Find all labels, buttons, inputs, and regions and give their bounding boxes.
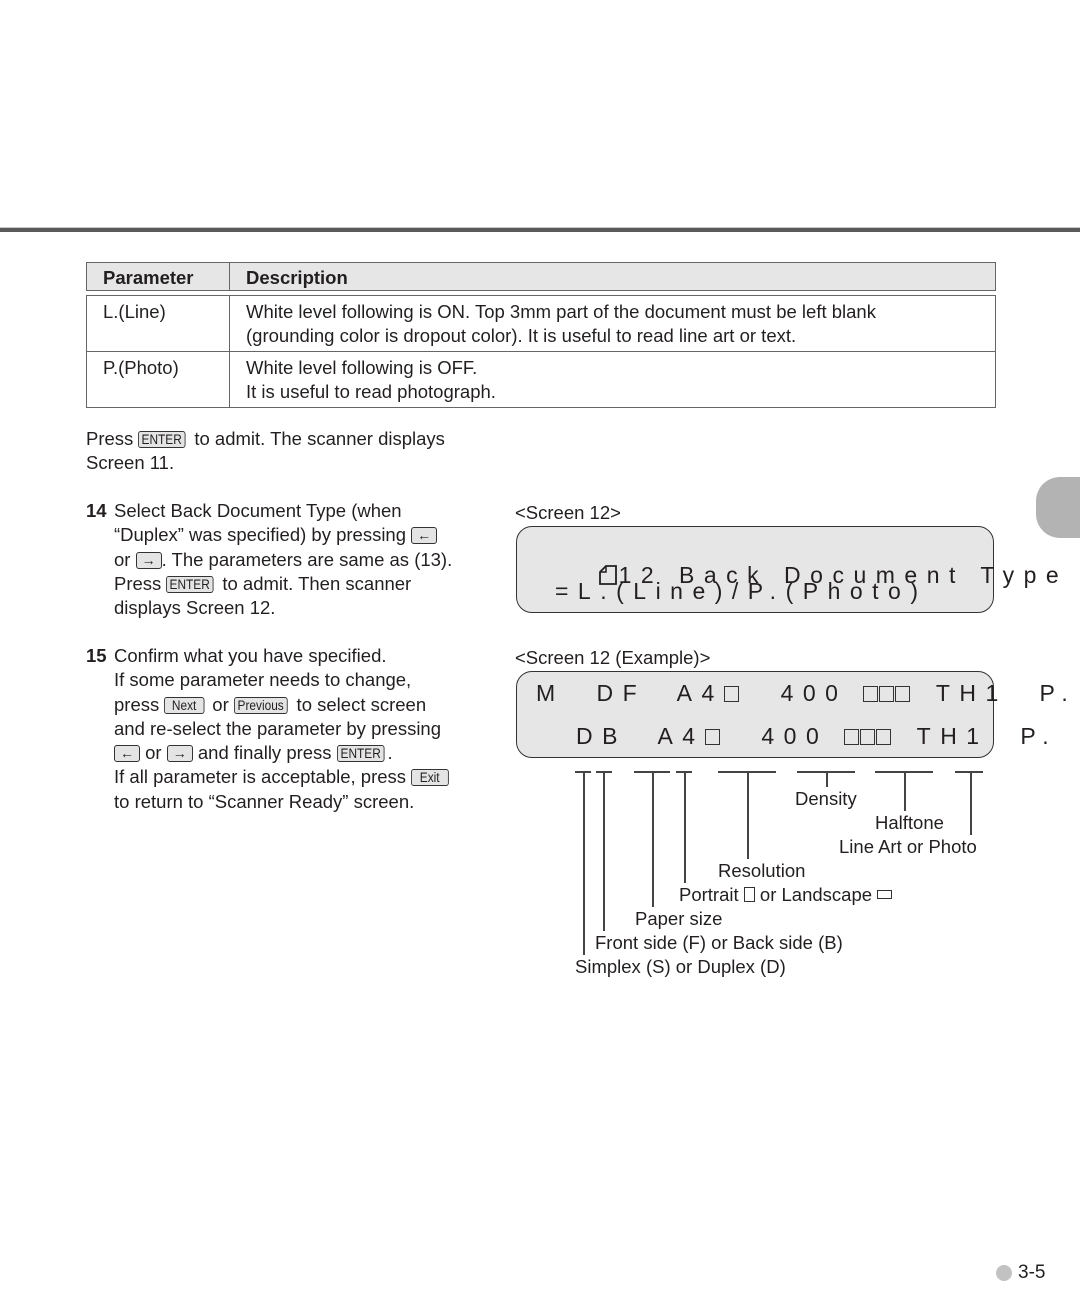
header-description: Description bbox=[246, 267, 348, 288]
portrait-icon bbox=[723, 680, 740, 707]
exit-key-icon: Exit bbox=[411, 769, 449, 787]
density-icon bbox=[863, 680, 911, 707]
chapter-tab bbox=[1036, 477, 1080, 538]
leader-orientation bbox=[684, 771, 686, 883]
lcd-halftone: TH1 bbox=[916, 723, 989, 749]
lcd-size: A4 bbox=[657, 723, 705, 749]
enter-key-icon: ENTER bbox=[166, 575, 214, 593]
leader-halftone bbox=[904, 771, 906, 811]
text: Press bbox=[114, 572, 167, 594]
leader-resolution bbox=[747, 771, 749, 859]
screen-12-label: <Screen 12> bbox=[515, 502, 621, 523]
text: press bbox=[114, 693, 165, 715]
description-line: White level following is ON. Top 3mm par… bbox=[246, 301, 876, 322]
text: If all parameter is acceptable, press bbox=[114, 766, 412, 788]
text: or Landscape bbox=[754, 884, 878, 905]
portrait-icon bbox=[743, 887, 755, 902]
text: displays Screen 12. bbox=[114, 597, 276, 619]
bracket-type bbox=[955, 771, 983, 773]
text: . The parameters are same as (13). bbox=[161, 548, 453, 570]
text: Portrait bbox=[679, 884, 744, 905]
table-row: L.(Line) White level following is ON. To… bbox=[87, 296, 995, 351]
label-side: Front side (F) or Back side (B) bbox=[595, 932, 843, 953]
lcd-side: DB bbox=[576, 723, 627, 749]
lcd-screen-12: 12 Back Document Type =L.(Line)/P.(Photo… bbox=[516, 526, 1059, 613]
label-paper-size: Paper size bbox=[635, 908, 723, 929]
left-arrow-key-icon: ← bbox=[114, 745, 140, 763]
leader-mode bbox=[583, 771, 585, 955]
page-marker-icon bbox=[996, 1265, 1012, 1281]
text: . bbox=[387, 742, 393, 764]
text: to return to “Scanner Ready” screen. bbox=[114, 790, 415, 812]
description-line: White level following is OFF. bbox=[246, 357, 478, 378]
label-density: Density bbox=[795, 788, 857, 809]
text: Confirm what you have specified. bbox=[114, 645, 387, 666]
screen-12-example-label: <Screen 12 (Example)> bbox=[515, 647, 711, 668]
cell-description: White level following is ON. Top 3mm par… bbox=[230, 296, 876, 351]
leader-size bbox=[652, 771, 654, 907]
text: to admit. The scanner displays bbox=[189, 428, 445, 449]
previous-key-icon: Previous bbox=[233, 696, 288, 714]
label-halftone: Halftone bbox=[875, 812, 944, 833]
text: and re-select the parameter by pressing bbox=[114, 717, 442, 739]
lcd-type: P. bbox=[1039, 680, 1078, 706]
text: to admit. Then scanner bbox=[217, 572, 412, 594]
page-number: 3-5 bbox=[1018, 1262, 1046, 1283]
leader-side bbox=[603, 771, 605, 931]
label-orientation: Portrait or Landscape bbox=[679, 884, 893, 906]
left-arrow-key-icon: ← bbox=[411, 527, 438, 545]
text: If some parameter needs to change, bbox=[114, 669, 412, 691]
step-number: 15 bbox=[86, 645, 107, 666]
description-line: (grounding color is dropout color). It i… bbox=[246, 325, 797, 346]
leader-type bbox=[970, 771, 972, 835]
enter-key-icon: ENTER bbox=[336, 745, 385, 763]
text: Press bbox=[86, 428, 134, 449]
label-mode: Simplex (S) or Duplex (D) bbox=[575, 956, 786, 977]
text: “Duplex” was specified) by pressing bbox=[114, 524, 412, 546]
label-resolution: Resolution bbox=[718, 860, 806, 881]
description-line: It is useful to read photograph. bbox=[246, 381, 496, 402]
table-header: Parameter Description bbox=[86, 262, 996, 291]
step-number: 14 bbox=[86, 500, 107, 521]
lcd-screen-12-example: M DF A4 400 TH1 P. DB A4 400 TH1 P. bbox=[516, 671, 1068, 758]
right-arrow-key-icon: → bbox=[166, 745, 193, 763]
intro-paragraph: Press ENTER to admit. The scanner displa… bbox=[86, 427, 445, 476]
lcd-resolution: 400 bbox=[780, 680, 848, 706]
lcd-size: A4 bbox=[676, 680, 724, 706]
right-arrow-key-icon: → bbox=[135, 551, 162, 569]
text: Select Back Document Type (when bbox=[114, 500, 402, 521]
lcd-halftone: TH1 bbox=[935, 680, 1008, 706]
text: or bbox=[114, 548, 136, 570]
header-rule bbox=[0, 227, 1080, 232]
lcd-type: P. bbox=[1020, 723, 1059, 749]
parameter-table: Parameter Description L.(Line) White lev… bbox=[86, 262, 996, 408]
header-parameter: Parameter bbox=[87, 263, 230, 290]
text: and finally press bbox=[192, 742, 337, 764]
density-icon bbox=[844, 723, 892, 750]
cell-description: White level following is OFF. It is usef… bbox=[230, 352, 496, 407]
text: or bbox=[140, 742, 167, 764]
lcd-line-1: M DF A4 400 TH1 P. bbox=[536, 680, 1077, 707]
landscape-icon bbox=[877, 890, 893, 899]
lcd-resolution: 400 bbox=[761, 723, 829, 749]
lcd-line-2: =L.(Line)/P.(Photo) bbox=[555, 578, 928, 604]
step-14: 14 Select Back Document Type (when “Duple… bbox=[86, 499, 452, 620]
text: Screen 11. bbox=[86, 452, 175, 474]
step-15: 15 Confirm what you have specified. If so… bbox=[86, 644, 451, 814]
table-row: P.(Photo) White level following is OFF. … bbox=[87, 351, 995, 407]
cell-parameter: L.(Line) bbox=[87, 296, 230, 351]
text: to select screen bbox=[291, 693, 427, 715]
lcd-side: DF bbox=[596, 680, 647, 706]
next-key-icon: Next bbox=[164, 696, 205, 714]
label-line-art-photo: Line Art or Photo bbox=[839, 836, 977, 857]
portrait-icon bbox=[704, 723, 721, 750]
leader-density bbox=[826, 771, 828, 787]
lcd-mode: M bbox=[536, 680, 565, 706]
enter-key-icon: ENTER bbox=[138, 431, 186, 448]
text: or bbox=[207, 693, 234, 715]
cell-parameter: P.(Photo) bbox=[87, 352, 230, 407]
lcd-line-2: DB A4 400 TH1 P. bbox=[576, 723, 1058, 750]
